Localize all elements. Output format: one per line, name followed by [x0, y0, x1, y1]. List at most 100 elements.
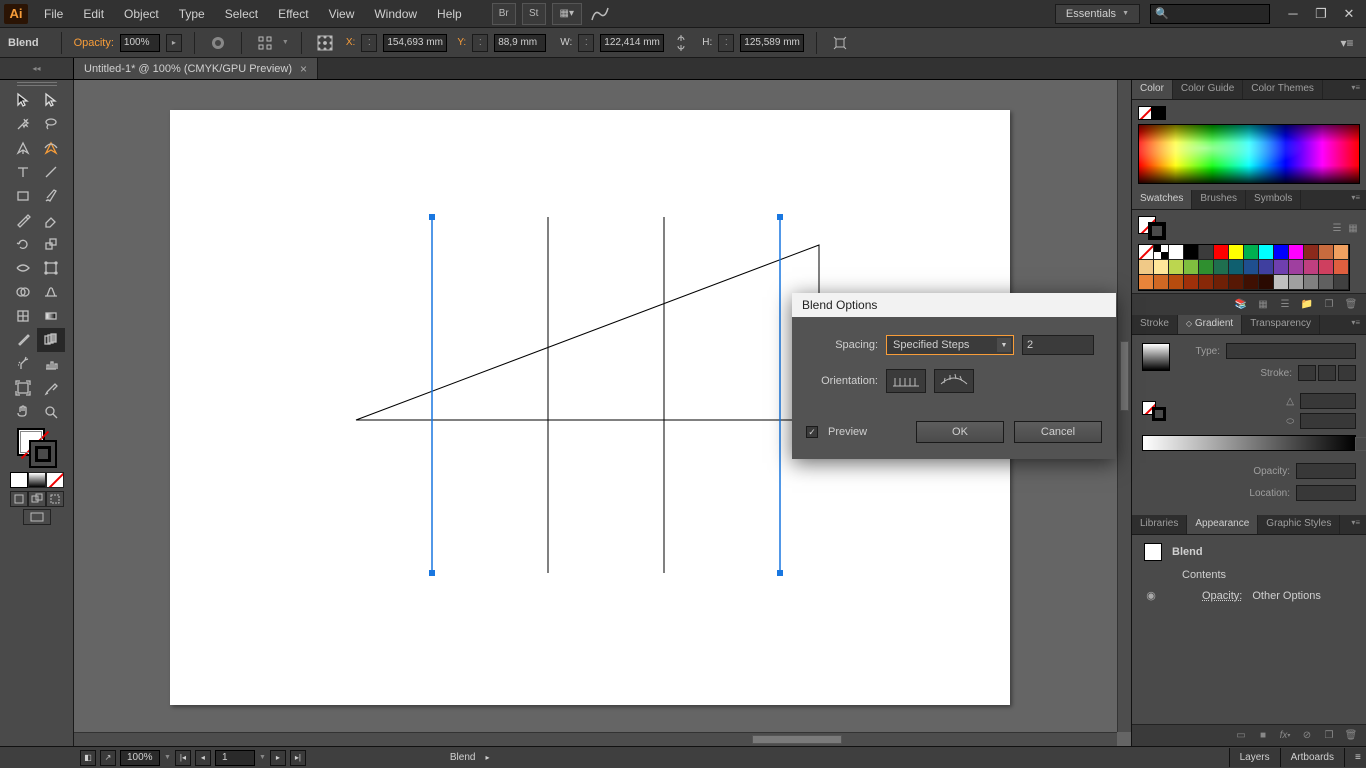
swatch[interactable] — [1154, 275, 1169, 290]
swatch-grid[interactable] — [1138, 244, 1350, 291]
gradient-mode-button[interactable] — [28, 472, 46, 488]
opacity-field[interactable]: 100% — [120, 34, 160, 52]
swatch[interactable] — [1214, 275, 1229, 290]
window-close-button[interactable]: ✕ — [1336, 5, 1362, 23]
visibility-icon[interactable]: ◉ — [1144, 589, 1158, 602]
slice-tool[interactable] — [37, 376, 65, 400]
swatch-libraries-icon[interactable]: 📚 — [1234, 298, 1248, 312]
gradient-location-field[interactable] — [1296, 485, 1356, 501]
appearance-opacity-value[interactable]: Other Options — [1252, 590, 1320, 602]
control-bar-menu-icon[interactable]: ▾≡ — [1336, 32, 1358, 54]
constrain-proportions-icon[interactable] — [670, 32, 692, 54]
panel-menu-icon[interactable]: ▾≡ — [1345, 315, 1366, 334]
magic-wand-tool[interactable] — [9, 112, 37, 136]
shape-builder-tool[interactable] — [9, 280, 37, 304]
panel-menu-icon[interactable]: ▾≡ — [1345, 80, 1366, 99]
tab-transparency[interactable]: Transparency — [1242, 315, 1320, 334]
h-stepper[interactable]: ⁚ — [718, 34, 734, 52]
opacity-dropdown-button[interactable]: ▸ — [166, 34, 182, 52]
menu-window[interactable]: Window — [364, 4, 427, 24]
none-mode-button[interactable] — [46, 472, 64, 488]
menu-help[interactable]: Help — [427, 4, 472, 24]
blend-tool[interactable] — [37, 328, 65, 352]
gradient-angle-field[interactable] — [1300, 393, 1356, 409]
orientation-align-page-button[interactable] — [886, 369, 926, 393]
arrange-docs-icon[interactable]: ▦▾ — [552, 3, 582, 25]
width-tool[interactable] — [9, 256, 37, 280]
new-fill-icon[interactable]: ■ — [1256, 729, 1270, 743]
swatch[interactable] — [1259, 260, 1274, 275]
tab-libraries[interactable]: Libraries — [1132, 515, 1187, 534]
perspective-grid-tool[interactable] — [37, 280, 65, 304]
spacing-select[interactable]: Specified Steps ▼ — [886, 335, 1014, 355]
status-icon-2[interactable]: ↗ — [100, 750, 116, 766]
swatch[interactable] — [1199, 275, 1214, 290]
swatch[interactable] — [1169, 275, 1184, 290]
gradient-tool[interactable] — [37, 304, 65, 328]
swatch-options-icon[interactable]: ☰ — [1278, 298, 1292, 312]
draw-behind-button[interactable] — [28, 491, 46, 507]
document-tab[interactable]: Untitled-1* @ 100% (CMYK/GPU Preview) × — [74, 58, 318, 79]
swatch[interactable] — [1259, 245, 1274, 260]
scale-tool[interactable] — [37, 232, 65, 256]
curvature-tool[interactable] — [37, 136, 65, 160]
mesh-tool[interactable] — [9, 304, 37, 328]
swatch[interactable] — [1304, 275, 1319, 290]
artboard-tool[interactable] — [9, 376, 37, 400]
zoom-field[interactable]: 100% — [120, 750, 160, 766]
lasso-tool[interactable] — [37, 112, 65, 136]
swatch[interactable] — [1289, 275, 1304, 290]
gpu-icon[interactable] — [588, 3, 612, 25]
swatch[interactable] — [1199, 260, 1214, 275]
swatch[interactable] — [1289, 260, 1304, 275]
tab-color-themes[interactable]: Color Themes — [1243, 80, 1323, 99]
selection-tool[interactable] — [9, 88, 37, 112]
ok-button[interactable]: OK — [916, 421, 1004, 443]
close-tab-icon[interactable]: × — [300, 62, 307, 76]
pen-tool[interactable] — [9, 136, 37, 160]
menu-view[interactable]: View — [319, 4, 365, 24]
tab-stroke[interactable]: Stroke — [1132, 315, 1178, 334]
w-field[interactable]: 122,414 mm — [600, 34, 664, 52]
free-transform-tool[interactable] — [37, 256, 65, 280]
eraser-tool[interactable] — [37, 208, 65, 232]
tab-graphic-styles[interactable]: Graphic Styles — [1258, 515, 1340, 534]
list-view-icon[interactable]: ☰ — [1330, 221, 1344, 235]
appearance-opacity-label[interactable]: Opacity: — [1202, 590, 1242, 602]
swatch[interactable] — [1244, 260, 1259, 275]
swatch[interactable] — [1184, 245, 1199, 260]
stroke-align-2[interactable] — [1318, 365, 1336, 381]
eyedropper-tool[interactable] — [9, 328, 37, 352]
color-fill-swatch[interactable] — [1138, 106, 1152, 120]
swatch[interactable] — [1229, 275, 1244, 290]
bridge-icon[interactable]: Br — [492, 3, 516, 25]
gradient-slider[interactable] — [1142, 435, 1356, 451]
gradient-type-select[interactable] — [1226, 343, 1356, 359]
paintbrush-tool[interactable] — [37, 184, 65, 208]
tools-drag-handle[interactable] — [17, 82, 57, 86]
horizontal-scrollbar[interactable] — [74, 732, 1117, 746]
window-restore-button[interactable]: ❐ — [1308, 5, 1334, 23]
window-minimize-button[interactable]: ─ — [1280, 5, 1306, 23]
swatch[interactable] — [1214, 245, 1229, 260]
swatch[interactable] — [1139, 260, 1154, 275]
swatch[interactable] — [1289, 245, 1304, 260]
recolor-icon[interactable] — [207, 32, 229, 54]
next-artboard-button[interactable]: ▸ — [270, 750, 286, 766]
swatch[interactable] — [1229, 260, 1244, 275]
type-tool[interactable] — [9, 160, 37, 184]
panel-menu-icon[interactable]: ▾≡ — [1345, 190, 1366, 209]
stroke-swatch[interactable] — [29, 440, 57, 468]
swatches-fill-stroke[interactable] — [1138, 216, 1166, 240]
workspace-switcher[interactable]: Essentials ▼ — [1055, 4, 1140, 24]
tab-layers[interactable]: Layers — [1229, 748, 1280, 767]
swatch[interactable] — [1304, 245, 1319, 260]
isolate-icon[interactable] — [829, 32, 851, 54]
swatch[interactable] — [1274, 275, 1289, 290]
stroke-align-3[interactable] — [1338, 365, 1356, 381]
swatch[interactable] — [1244, 275, 1259, 290]
align-icon[interactable] — [254, 32, 276, 54]
tab-color-guide[interactable]: Color Guide — [1173, 80, 1243, 99]
stock-icon[interactable]: St — [522, 3, 546, 25]
preview-checkbox[interactable]: ✓ — [806, 426, 818, 438]
